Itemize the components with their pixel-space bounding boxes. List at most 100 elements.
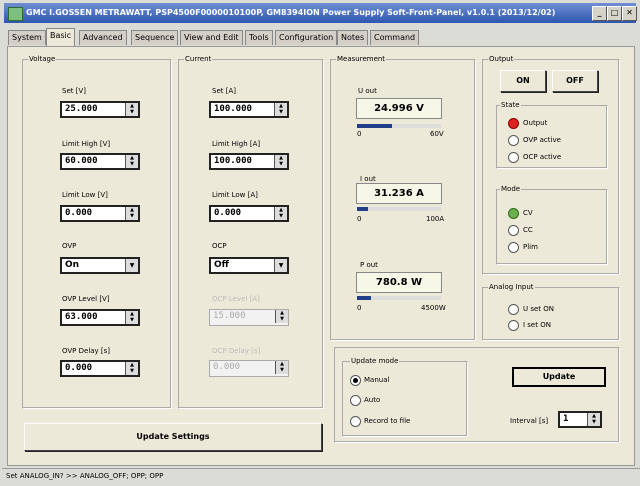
tab-basic[interactable]: Basic	[46, 28, 76, 46]
p-out-min-label: 0	[357, 304, 362, 312]
app-window: GMC I.GOSSEN METRAWATT, PSP4500F00000101…	[0, 0, 640, 486]
spin-arrows-icon[interactable]: ▲ ▼	[587, 413, 600, 426]
minimize-button[interactable]: _	[592, 6, 607, 21]
title-bar: GMC I.GOSSEN METRAWATT, PSP4500F00000101…	[4, 3, 637, 23]
spin-arrows-icon: ▲ ▼	[275, 310, 288, 323]
u-out-bar	[357, 124, 441, 128]
update-manual-label: Manual	[364, 376, 390, 384]
maximize-button[interactable]: □	[607, 6, 622, 21]
current-limit-high-stepper[interactable]: 100.000 ▲ ▼	[209, 153, 289, 170]
state-ocp-label: OCP active	[523, 153, 562, 161]
tab-notes[interactable]: Notes	[337, 30, 369, 45]
voltage-set-stepper[interactable]: 25.000 ▲ ▼	[60, 101, 140, 118]
ovp-select-value: On	[65, 260, 80, 270]
chevron-down-icon[interactable]: ▼	[274, 259, 287, 272]
state-output-indicator	[508, 118, 519, 129]
analog-input-group-label: Analog Input	[488, 283, 535, 291]
ocp-delay-stepper: 0.000 ▲ ▼	[209, 360, 289, 377]
spin-arrows-icon[interactable]: ▲ ▼	[274, 103, 287, 116]
update-auto-label: Auto	[364, 396, 381, 404]
tab-configuration[interactable]: Configuration	[275, 30, 338, 45]
spin-arrows-icon: ▲ ▼	[275, 361, 288, 374]
u-out-bar-fill	[357, 124, 393, 128]
ocp-level-stepper: 15.000 ▲ ▼	[209, 309, 289, 326]
current-limit-low-stepper[interactable]: 0.000 ▲ ▼	[209, 205, 289, 222]
interval-label: Interval [s]	[510, 417, 549, 425]
current-set-stepper[interactable]: 100.000 ▲ ▼	[209, 101, 289, 118]
spin-arrows-icon[interactable]: ▲ ▼	[125, 311, 138, 324]
spin-arrows-icon[interactable]: ▲ ▼	[125, 207, 138, 220]
i-out-bar	[357, 207, 441, 211]
ocp-level-value: 15.000	[213, 311, 246, 321]
voltage-limit-low-value: 0.000	[65, 208, 93, 218]
u-out-max-label: 60V	[430, 130, 444, 138]
update-settings-button[interactable]: Update Settings	[24, 423, 322, 451]
ovp-select[interactable]: On ▼	[60, 257, 140, 274]
ocp-label: OCP	[212, 242, 227, 250]
ovp-level-value: 63.000	[65, 312, 98, 322]
mode-cc-label: CC	[523, 226, 533, 234]
u-out-min-label: 0	[357, 130, 362, 138]
measurement-group-label: Measurement	[336, 55, 387, 63]
mode-group-label: Mode	[500, 185, 522, 193]
ocp-select-value: Off	[214, 260, 229, 270]
voltage-limit-high-label: Limit High [V]	[62, 140, 111, 148]
current-group-label: Current	[184, 55, 213, 63]
interval-value: 1	[563, 414, 569, 424]
p-out-max-label: 4500W	[421, 304, 446, 312]
p-out-bar-fill	[357, 296, 372, 300]
tab-system[interactable]: System	[8, 30, 46, 45]
i-out-max-label: 100A	[426, 215, 445, 223]
state-output-label: Output	[523, 119, 548, 127]
output-on-button[interactable]: ON	[500, 70, 546, 92]
chevron-down-icon[interactable]: ▼	[125, 259, 138, 272]
state-ovp-indicator	[508, 135, 519, 146]
tab-sequence[interactable]: Sequence	[131, 30, 179, 45]
current-limit-low-label: Limit Low [A]	[212, 191, 258, 199]
basic-tab-panel: Voltage Set [V] 25.000 ▲ ▼ Limit High [V]…	[7, 46, 635, 466]
output-off-button[interactable]: OFF	[552, 70, 598, 92]
state-ocp-indicator	[508, 152, 519, 163]
ovp-delay-stepper[interactable]: 0.000 ▲ ▼	[60, 360, 140, 377]
update-record-radio[interactable]	[350, 416, 361, 427]
voltage-limit-high-stepper[interactable]: 60.000 ▲ ▼	[60, 153, 140, 170]
spin-arrows-icon[interactable]: ▲ ▼	[125, 103, 138, 116]
spin-arrows-icon[interactable]: ▲ ▼	[125, 362, 138, 375]
update-manual-radio[interactable]	[350, 375, 361, 386]
ocp-select[interactable]: Off ▼	[209, 257, 289, 274]
i-out-display: 31.236 A	[356, 183, 442, 204]
ovp-level-stepper[interactable]: 63.000 ▲ ▼	[60, 309, 140, 326]
tab-tools[interactable]: Tools	[245, 30, 273, 45]
p-out-bar	[357, 296, 441, 300]
analog-u-set-label: U set ON	[523, 305, 555, 313]
ovp-level-label: OVP Level [V]	[62, 295, 110, 303]
tab-command[interactable]: Command	[370, 30, 420, 45]
window-title: GMC I.GOSSEN METRAWATT, PSP4500F00000101…	[26, 8, 556, 17]
u-out-display: 24.996 V	[356, 98, 442, 119]
state-group-label: State	[500, 101, 521, 109]
p-out-display: 780.8 W	[356, 272, 442, 293]
voltage-limit-low-stepper[interactable]: 0.000 ▲ ▼	[60, 205, 140, 222]
voltage-set-label: Set [V]	[62, 87, 86, 95]
tab-advanced[interactable]: Advanced	[79, 30, 127, 45]
analog-i-set-indicator	[508, 320, 519, 331]
spin-arrows-icon[interactable]: ▲ ▼	[274, 207, 287, 220]
update-auto-radio[interactable]	[350, 395, 361, 406]
ocp-level-label: OCP Level [A]	[212, 295, 260, 303]
voltage-group-label: Voltage	[28, 55, 57, 63]
update-button[interactable]: Update	[512, 367, 606, 387]
analog-input-group	[482, 287, 620, 341]
voltage-set-value: 25.000	[65, 104, 98, 114]
spin-arrows-icon[interactable]: ▲ ▼	[274, 155, 287, 168]
tab-view-and-edit[interactable]: View and Edit	[180, 30, 243, 45]
interval-stepper[interactable]: 1 ▲ ▼	[558, 411, 602, 428]
current-set-value: 100.000	[214, 104, 252, 114]
mode-plim-indicator	[508, 242, 519, 253]
close-button[interactable]: ✕	[622, 6, 637, 21]
spin-arrows-icon[interactable]: ▲ ▼	[125, 155, 138, 168]
voltage-limit-low-label: Limit Low [V]	[62, 191, 108, 199]
mode-plim-label: Plim	[523, 243, 538, 251]
i-out-min-label: 0	[357, 215, 362, 223]
p-out-label: P out	[360, 261, 378, 269]
current-limit-high-label: Limit High [A]	[212, 140, 261, 148]
